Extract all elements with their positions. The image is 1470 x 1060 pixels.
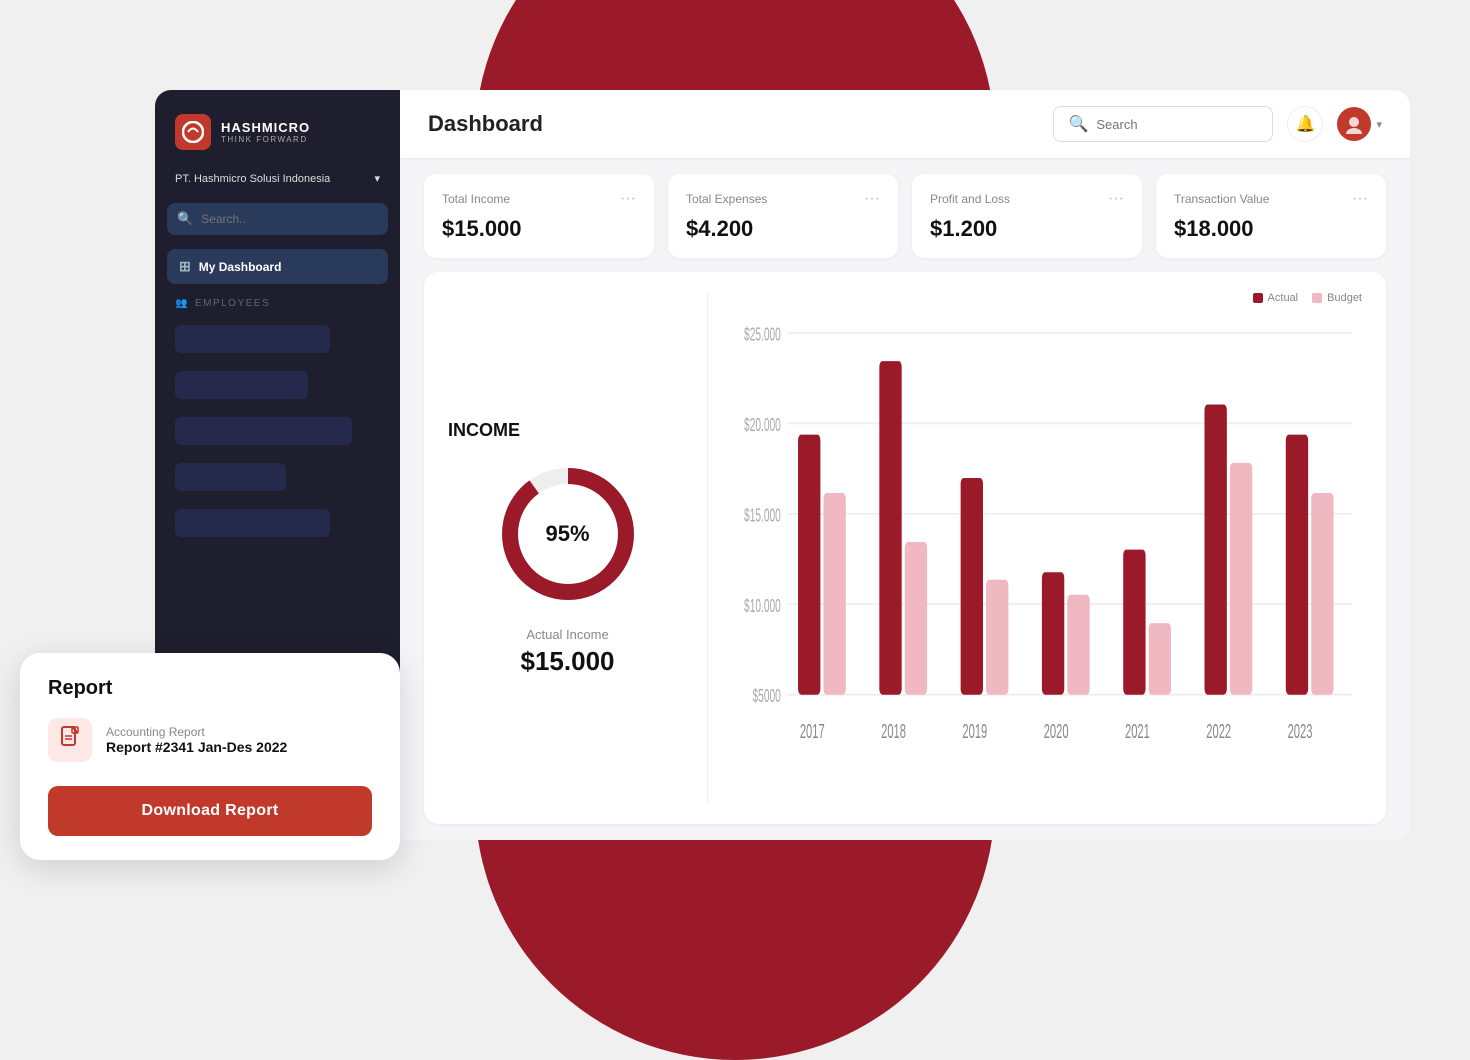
report-item-name: Report #2341 Jan-Des 2022 [106, 739, 287, 755]
sidebar-skeleton-5 [175, 509, 330, 537]
legend-actual-dot [1253, 293, 1263, 303]
section-label: EMPLOYEES [195, 298, 270, 309]
logo-icon [175, 114, 211, 150]
stat-value-income: $15.000 [442, 216, 522, 241]
stat-more-income[interactable]: ··· [620, 190, 636, 208]
dashboard-header: Dashboard 🔍 🔔 ▾ [400, 90, 1410, 158]
avatar [1337, 107, 1371, 141]
svg-text:$5000: $5000 [753, 686, 781, 707]
report-card-title: Report [48, 677, 372, 700]
actual-income-value: $15.000 [521, 646, 615, 677]
logo-text: HASHMICRO THINK FORWARD [221, 120, 310, 144]
legend-actual: Actual [1253, 292, 1299, 304]
stats-row: Total Income ··· $15.000 Total Expenses … [400, 158, 1410, 258]
sidebar-skeleton-3 [175, 417, 352, 445]
sidebar-logo: HASHMICRO THINK FORWARD [167, 110, 388, 154]
svg-text:2021: 2021 [1125, 719, 1150, 743]
svg-text:$20.000: $20.000 [744, 415, 781, 436]
employees-icon: 👥 [175, 298, 189, 309]
legend-budget-label: Budget [1327, 292, 1362, 304]
svg-text:2020: 2020 [1044, 719, 1069, 743]
svg-text:2019: 2019 [962, 719, 987, 743]
bar-chart-area: $25.000 $20.000 $15.000 $10.000 $5000 [732, 314, 1362, 804]
sidebar-skeleton-1 [175, 325, 330, 353]
logo-brand: HASHMICRO [221, 120, 310, 135]
sidebar-skeleton-2 [175, 371, 308, 399]
sidebar-item-dashboard[interactable]: ⊞ My Dashboard [167, 249, 388, 284]
bar-chart-svg: $25.000 $20.000 $15.000 $10.000 $5000 [732, 314, 1362, 804]
company-selector[interactable]: PT. Hashmicro Solusi Indonesia ▾ [167, 168, 388, 189]
legend-actual-label: Actual [1268, 292, 1299, 304]
stat-profit-loss: Profit and Loss ··· $1.200 [912, 174, 1142, 258]
avatar-chevron-icon: ▾ [1376, 118, 1382, 131]
sidebar-section-employees: 👥 EMPLOYEES [167, 298, 388, 309]
stat-more-profit[interactable]: ··· [1108, 190, 1124, 208]
income-left: INCOME 95% Actual Income $15.000 [448, 292, 708, 804]
report-item: Accounting Report Report #2341 Jan-Des 2… [48, 718, 372, 762]
svg-text:$10.000: $10.000 [744, 596, 781, 617]
stat-total-income: Total Income ··· $15.000 [424, 174, 654, 258]
stat-label-transaction: Transaction Value [1174, 192, 1269, 206]
report-card: Report Accounting Report Report #2341 Ja… [20, 653, 400, 860]
stat-label-expenses: Total Expenses [686, 192, 767, 206]
sidebar-item-label: My Dashboard [199, 260, 282, 274]
main-content: Dashboard 🔍 🔔 ▾ [400, 90, 1410, 840]
legend-budget-dot [1312, 293, 1322, 303]
sidebar-search-input[interactable] [201, 212, 378, 226]
report-file-icon [59, 726, 81, 754]
sidebar-skeleton-4 [175, 463, 286, 491]
svg-text:2017: 2017 [800, 719, 825, 743]
report-icon-wrap [48, 718, 92, 762]
stat-label-profit: Profit and Loss [930, 192, 1010, 206]
donut-percent-label: 95% [545, 521, 589, 547]
stat-label-income: Total Income [442, 192, 510, 206]
header-search-icon: 🔍 [1068, 114, 1088, 134]
legend-budget: Budget [1312, 292, 1362, 304]
stat-total-expenses: Total Expenses ··· $4.200 [668, 174, 898, 258]
svg-text:2018: 2018 [881, 719, 906, 743]
actual-income-label: Actual Income [526, 627, 608, 642]
page-title: Dashboard [428, 111, 543, 137]
logo-tagline: THINK FORWARD [221, 135, 310, 144]
report-item-info: Accounting Report Report #2341 Jan-Des 2… [106, 725, 287, 755]
income-section: INCOME 95% Actual Income $15.000 [424, 272, 1386, 824]
svg-text:2022: 2022 [1206, 719, 1231, 743]
company-name: PT. Hashmicro Solusi Indonesia [175, 173, 330, 185]
svg-text:$15.000: $15.000 [744, 505, 781, 526]
stat-more-expenses[interactable]: ··· [864, 190, 880, 208]
stat-value-transaction: $18.000 [1174, 216, 1254, 241]
search-icon: 🔍 [177, 211, 193, 227]
stat-transaction-value: Transaction Value ··· $18.000 [1156, 174, 1386, 258]
svg-text:2023: 2023 [1288, 719, 1313, 743]
stat-value-profit: $1.200 [930, 216, 997, 241]
sidebar-search[interactable]: 🔍 [167, 203, 388, 235]
income-right: Actual Budget $25.000 [708, 292, 1362, 804]
dashboard-icon: ⊞ [179, 258, 191, 275]
chevron-down-icon: ▾ [374, 172, 380, 185]
notification-button[interactable]: 🔔 [1287, 106, 1323, 142]
user-avatar-dropdown[interactable]: ▾ [1337, 107, 1382, 141]
download-report-button[interactable]: Download Report [48, 786, 372, 836]
stat-value-expenses: $4.200 [686, 216, 753, 241]
chart-legend: Actual Budget [732, 292, 1362, 304]
stat-more-transaction[interactable]: ··· [1352, 190, 1368, 208]
header-search-input[interactable] [1096, 117, 1258, 132]
donut-chart: 95% [493, 459, 643, 609]
svg-text:$25.000: $25.000 [744, 324, 781, 345]
header-right: 🔍 🔔 ▾ [1053, 106, 1382, 142]
income-title: INCOME [448, 420, 520, 441]
report-item-type: Accounting Report [106, 725, 287, 739]
header-search[interactable]: 🔍 [1053, 106, 1273, 142]
